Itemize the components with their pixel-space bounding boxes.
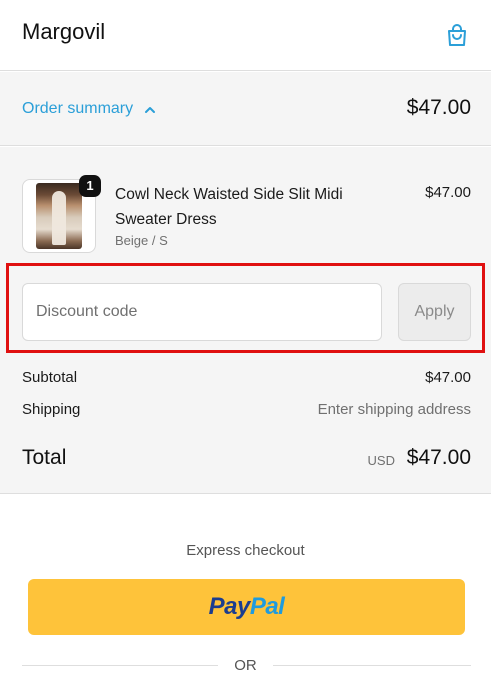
product-price: $47.00: [425, 184, 471, 201]
apply-discount-button[interactable]: Apply: [398, 283, 471, 341]
order-summary-toggle[interactable]: Order summary $47.00: [0, 72, 491, 146]
product-image: [36, 183, 82, 249]
shipping-value: Enter shipping address: [317, 401, 471, 418]
total-currency: USD: [367, 453, 395, 468]
product-image-figure: [52, 191, 66, 245]
shopping-bag-icon[interactable]: [444, 22, 470, 48]
quantity-badge: 1: [79, 175, 101, 197]
product-name: Cowl Neck Waisted Side Slit Midi Sweater…: [115, 186, 343, 228]
order-summary-panel: 1 Cowl Neck Waisted Side Slit Midi Sweat…: [0, 147, 491, 494]
subtotal-label: Subtotal: [22, 369, 78, 386]
paypal-logo-pal: Pal: [249, 593, 285, 620]
paypal-logo: PayPal: [28, 593, 465, 621]
store-name[interactable]: Margovil: [22, 19, 105, 45]
shipping-label: Shipping: [22, 401, 81, 418]
total-value: $47.00: [406, 446, 471, 469]
header: Margovil: [0, 0, 491, 71]
chevron-up-icon[interactable]: [143, 103, 157, 117]
express-checkout-title: Express checkout: [186, 542, 305, 559]
subtotal-value: $47.00: [425, 369, 471, 386]
order-summary-label[interactable]: Order summary: [22, 100, 133, 118]
product-variant: Beige / S: [115, 233, 168, 248]
divider-line-right: [273, 665, 471, 666]
paypal-button[interactable]: PayPal: [28, 579, 465, 635]
discount-code-input[interactable]: [22, 283, 382, 341]
paypal-logo-pay: Pay: [208, 593, 251, 620]
total-label: Total: [22, 446, 67, 469]
order-summary-total: $47.00: [406, 96, 471, 119]
